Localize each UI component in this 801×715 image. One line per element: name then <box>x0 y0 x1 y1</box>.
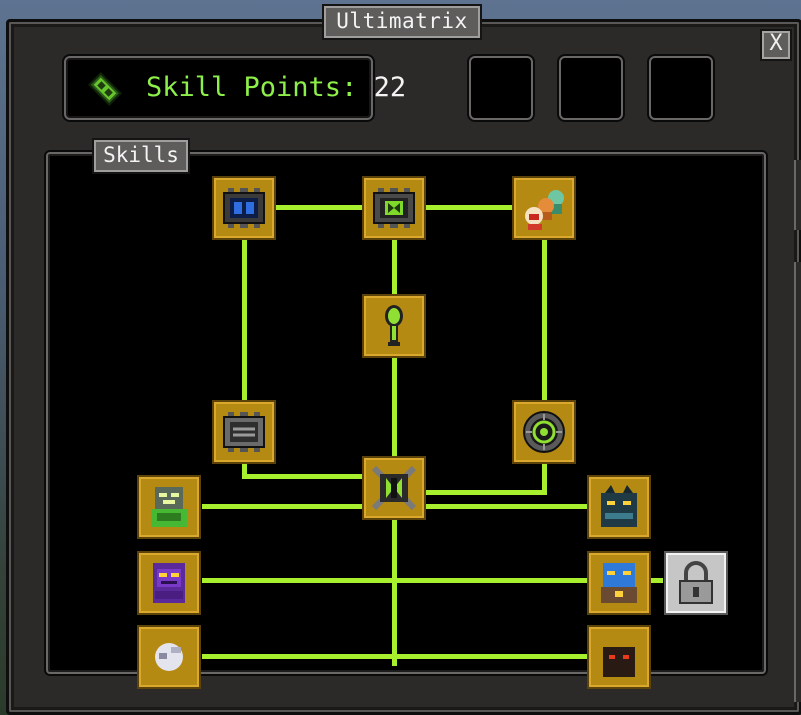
connector-line <box>651 578 663 583</box>
window-title: Ultimatrix <box>322 4 482 40</box>
skill-node-alien-green[interactable] <box>137 475 201 539</box>
teal-alien-icon <box>601 485 637 527</box>
skill-points-label: Skill Points: <box>146 72 358 103</box>
connector-line <box>426 490 547 495</box>
connector-line <box>202 654 588 659</box>
side-edge-upper <box>794 160 801 230</box>
alien-group-icon <box>525 190 564 230</box>
skill-node-key[interactable] <box>362 294 426 358</box>
skill-node-dial[interactable] <box>512 400 576 464</box>
skill-points-panel: Skill Points: 22 <box>64 56 406 120</box>
blue-screen-device-icon <box>223 188 265 228</box>
skill-node-alien-white[interactable] <box>137 625 201 689</box>
connector-line <box>392 238 397 294</box>
dark-alien-icon <box>603 647 635 677</box>
equipment-slot-2[interactable] <box>559 56 623 120</box>
green-screen-device-icon <box>373 188 415 228</box>
skill-node-alien-teal[interactable] <box>587 475 651 539</box>
skill-node-aliens-group[interactable] <box>512 176 576 240</box>
grey-screen-device-icon <box>223 412 265 452</box>
connector-line <box>202 504 364 509</box>
omnitrix-core-icon <box>371 465 417 511</box>
connector-line <box>202 578 588 583</box>
padlock-icon <box>679 561 713 604</box>
skill-node-alien-purple[interactable] <box>137 551 201 615</box>
skill-node-core[interactable] <box>362 456 426 520</box>
connector-line <box>242 238 247 400</box>
connector-line <box>426 504 588 509</box>
skill-node-device-green[interactable] <box>362 176 426 240</box>
connector-line <box>392 356 397 456</box>
connector-line <box>542 462 547 493</box>
close-button[interactable]: X <box>760 29 792 61</box>
equipment-slot-3[interactable] <box>649 56 713 120</box>
skill-node-alien-blue[interactable] <box>587 551 651 615</box>
connector-line <box>276 205 364 210</box>
purple-alien-icon <box>153 563 185 603</box>
connector-line <box>242 474 364 479</box>
omnitrix-battery-icon <box>88 72 122 106</box>
locked-skill-slot[interactable] <box>664 551 728 615</box>
connector-line <box>542 238 547 400</box>
skill-node-alien-dark[interactable] <box>587 625 651 689</box>
skill-node-device-grey[interactable] <box>212 400 276 464</box>
blue-alien-icon <box>601 563 637 603</box>
skill-node-device-blue[interactable] <box>212 176 276 240</box>
skill-points-text: Skill Points: 22 <box>146 72 406 103</box>
skills-panel-title: Skills <box>92 138 190 174</box>
equipment-slot-1[interactable] <box>469 56 533 120</box>
connector-line <box>392 518 397 666</box>
omnitrix-key-icon <box>385 305 403 346</box>
connector-line <box>426 205 514 210</box>
side-edge-lower <box>794 262 801 702</box>
white-alien-icon <box>155 643 183 671</box>
green-alien-icon <box>151 487 187 527</box>
skill-points-value: 22 <box>373 72 407 103</box>
omnitrix-dial-icon <box>523 411 565 453</box>
